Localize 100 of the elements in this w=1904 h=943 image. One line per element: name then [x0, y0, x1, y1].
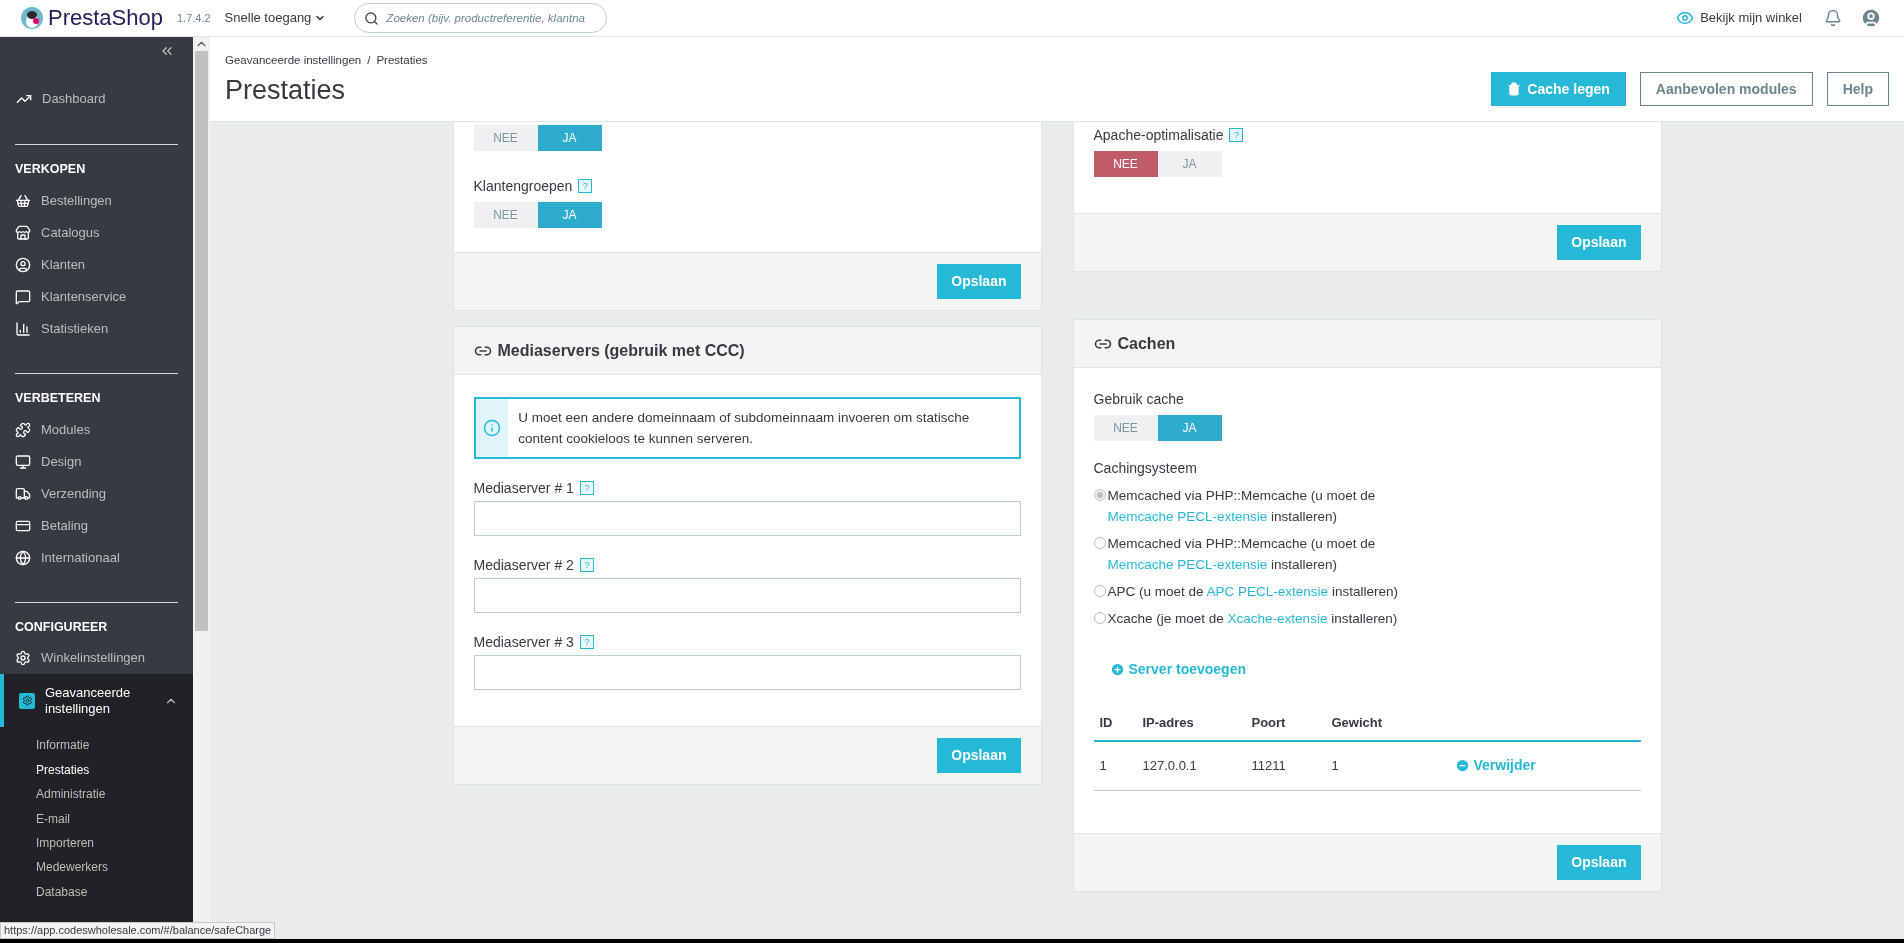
field-label: Cachingsysteem [1093, 458, 1197, 478]
help-hint[interactable]: ? [1229, 128, 1244, 142]
panel-title: Mediaservers (gebruik met CCC) [497, 340, 745, 361]
text-input[interactable] [473, 501, 1021, 536]
field-label: Mediaserver # 1 [473, 478, 574, 498]
extension-link[interactable]: Xcache-extensie [1227, 611, 1328, 626]
sidebar-item[interactable]: Klanten [15, 248, 178, 281]
add-server-link[interactable]: Server toevoegen [1109, 659, 1246, 680]
column-header: ID [1093, 706, 1137, 741]
alert-text: U moet een andere domeinnaam of subdomeinnaam invoeren om statische content cookieloos te kunnen serveren. [517, 409, 971, 448]
sidebar-item[interactable]: Internationaal [15, 541, 178, 574]
submenu-item[interactable]: E-mail [36, 806, 193, 831]
user-avatar-icon[interactable] [1860, 7, 1882, 29]
save-button[interactable]: Opslaan [1557, 225, 1641, 260]
field-label: Apache-optimalisatie [1093, 125, 1224, 145]
extension-link[interactable]: Memcache PECL-extensie [1107, 509, 1268, 524]
submenu-item[interactable]: Importeren [36, 830, 193, 856]
help-hint[interactable]: ? [578, 179, 593, 193]
trash-icon [1507, 81, 1522, 97]
page-title: Prestaties [225, 77, 347, 104]
table-cell: 1 [1093, 741, 1137, 790]
radio-label: APC (u moet de APC PECL-extensie installeren) [1107, 583, 1398, 601]
toggle-option[interactable]: NEE [473, 125, 538, 151]
logo-icon [20, 6, 44, 30]
submenu-item[interactable]: Informatie [36, 733, 193, 758]
breadcrumb-link[interactable]: Geavanceerde instellingen [225, 51, 362, 69]
breadcrumb-separator: / [367, 52, 371, 68]
help-hint[interactable]: ? [579, 635, 594, 649]
toggle-option[interactable]: NEE [1093, 415, 1158, 441]
menu-icon [15, 288, 31, 305]
logo-text: PrestaShop [48, 7, 163, 29]
search-icon [364, 10, 380, 26]
eye-icon [1676, 9, 1695, 27]
sidebar-item[interactable]: Klantenservice [15, 280, 178, 313]
menu-icon [15, 256, 31, 273]
sidebar-item[interactable]: Dashboard [0, 83, 193, 115]
notification-icon[interactable] [1824, 9, 1842, 27]
sidebar-item[interactable]: Statistieken [15, 312, 178, 345]
menu-icon [15, 320, 31, 337]
toolbar-button[interactable]: Help [1826, 72, 1889, 106]
toggle-option[interactable]: JA [1157, 415, 1222, 441]
sidebar-item[interactable]: Catalogus [15, 216, 178, 249]
quick-access-dropdown[interactable]: Snelle toegang [224, 8, 327, 28]
breadcrumb-link[interactable]: Prestaties [376, 51, 428, 69]
search-field[interactable]: Zoeken (bijv. productreferentie, klantna [354, 3, 608, 33]
text-input[interactable] [473, 578, 1021, 613]
toggle-option[interactable]: NEE [473, 202, 538, 228]
menu-icon [15, 421, 31, 438]
toggle-option[interactable]: NEE [1093, 151, 1158, 177]
table-cell: 127.0.0.1 [1136, 741, 1246, 790]
status-bar-url: https://app.codeswholesale.com/#/balance/safeCharge [0, 922, 276, 939]
radio-button[interactable] [1093, 537, 1106, 549]
sidebar-item[interactable]: Verzending [15, 477, 178, 510]
menu-icon [15, 485, 31, 502]
submenu-item[interactable]: Medewerkers [36, 855, 193, 880]
remove-link[interactable]: Verwijder [1454, 755, 1536, 777]
field-label: Gebruik cache [1093, 389, 1184, 409]
version-label: 1.7.4.2 [176, 10, 211, 26]
save-button[interactable]: Opslaan [937, 738, 1021, 773]
toolbar-button[interactable]: Aanbevolen modules [1639, 72, 1813, 106]
sidebar-item[interactable]: Bestellingen [15, 184, 178, 217]
sidebar-item[interactable]: Betaling [15, 509, 178, 542]
field-label: Klantengroepen [473, 176, 573, 196]
radio-label: Xcache (je moet de Xcache-extensie installeren) [1107, 610, 1398, 628]
help-hint[interactable]: ? [579, 481, 594, 495]
submenu-item[interactable]: Database [36, 879, 193, 904]
sidebar-section-title: VERKOPEN [15, 161, 87, 178]
menu-icon [15, 650, 31, 667]
radio-button[interactable] [1093, 489, 1106, 501]
submenu-item[interactable]: Administratie [36, 782, 193, 807]
menu-icon [15, 192, 31, 209]
column-header: Gewicht [1325, 706, 1449, 741]
save-button[interactable]: Opslaan [1557, 844, 1641, 880]
help-hint[interactable]: ? [579, 558, 594, 572]
menu-icon [15, 549, 31, 566]
view-shop-link[interactable]: Bekijk mijn winkel [1676, 8, 1802, 28]
sidebar-section-title: VERBETEREN [15, 389, 102, 407]
radio-button[interactable] [1093, 612, 1106, 624]
menu-icon [15, 224, 31, 241]
scrollbar-thumb[interactable] [195, 51, 208, 631]
field-label: Mediaserver # 3 [473, 632, 574, 652]
submenu-item[interactable]: Prestaties [36, 757, 193, 783]
radio-button[interactable] [1093, 585, 1106, 597]
radio-label: Memcached via PHP::Memcache (u moet de Memcache PECL-extensie installeren) [1107, 535, 1377, 574]
toggle-option[interactable]: JA [537, 125, 602, 151]
toggle-option[interactable]: JA [537, 202, 602, 228]
column-header: IP-adres [1136, 706, 1246, 741]
table-cell: 1 [1325, 741, 1449, 790]
menu-icon [15, 453, 31, 470]
clear-cache-button[interactable]: Cache legen [1491, 72, 1626, 106]
sidebar-item[interactable]: Design [15, 445, 178, 478]
extension-link[interactable]: Memcache PECL-extensie [1107, 557, 1268, 572]
panel-title: Cachen [1117, 333, 1176, 354]
toggle-option[interactable]: JA [1157, 151, 1222, 177]
save-button[interactable]: Opslaan [937, 264, 1021, 299]
sidebar-item[interactable]: Modules [15, 413, 178, 446]
sidebar-item[interactable]: Winkelinstellingen [15, 642, 178, 675]
text-input[interactable] [473, 655, 1021, 690]
sidebar-section-title: CONFIGUREER [15, 618, 109, 636]
extension-link[interactable]: APC PECL-extensie [1206, 584, 1329, 599]
